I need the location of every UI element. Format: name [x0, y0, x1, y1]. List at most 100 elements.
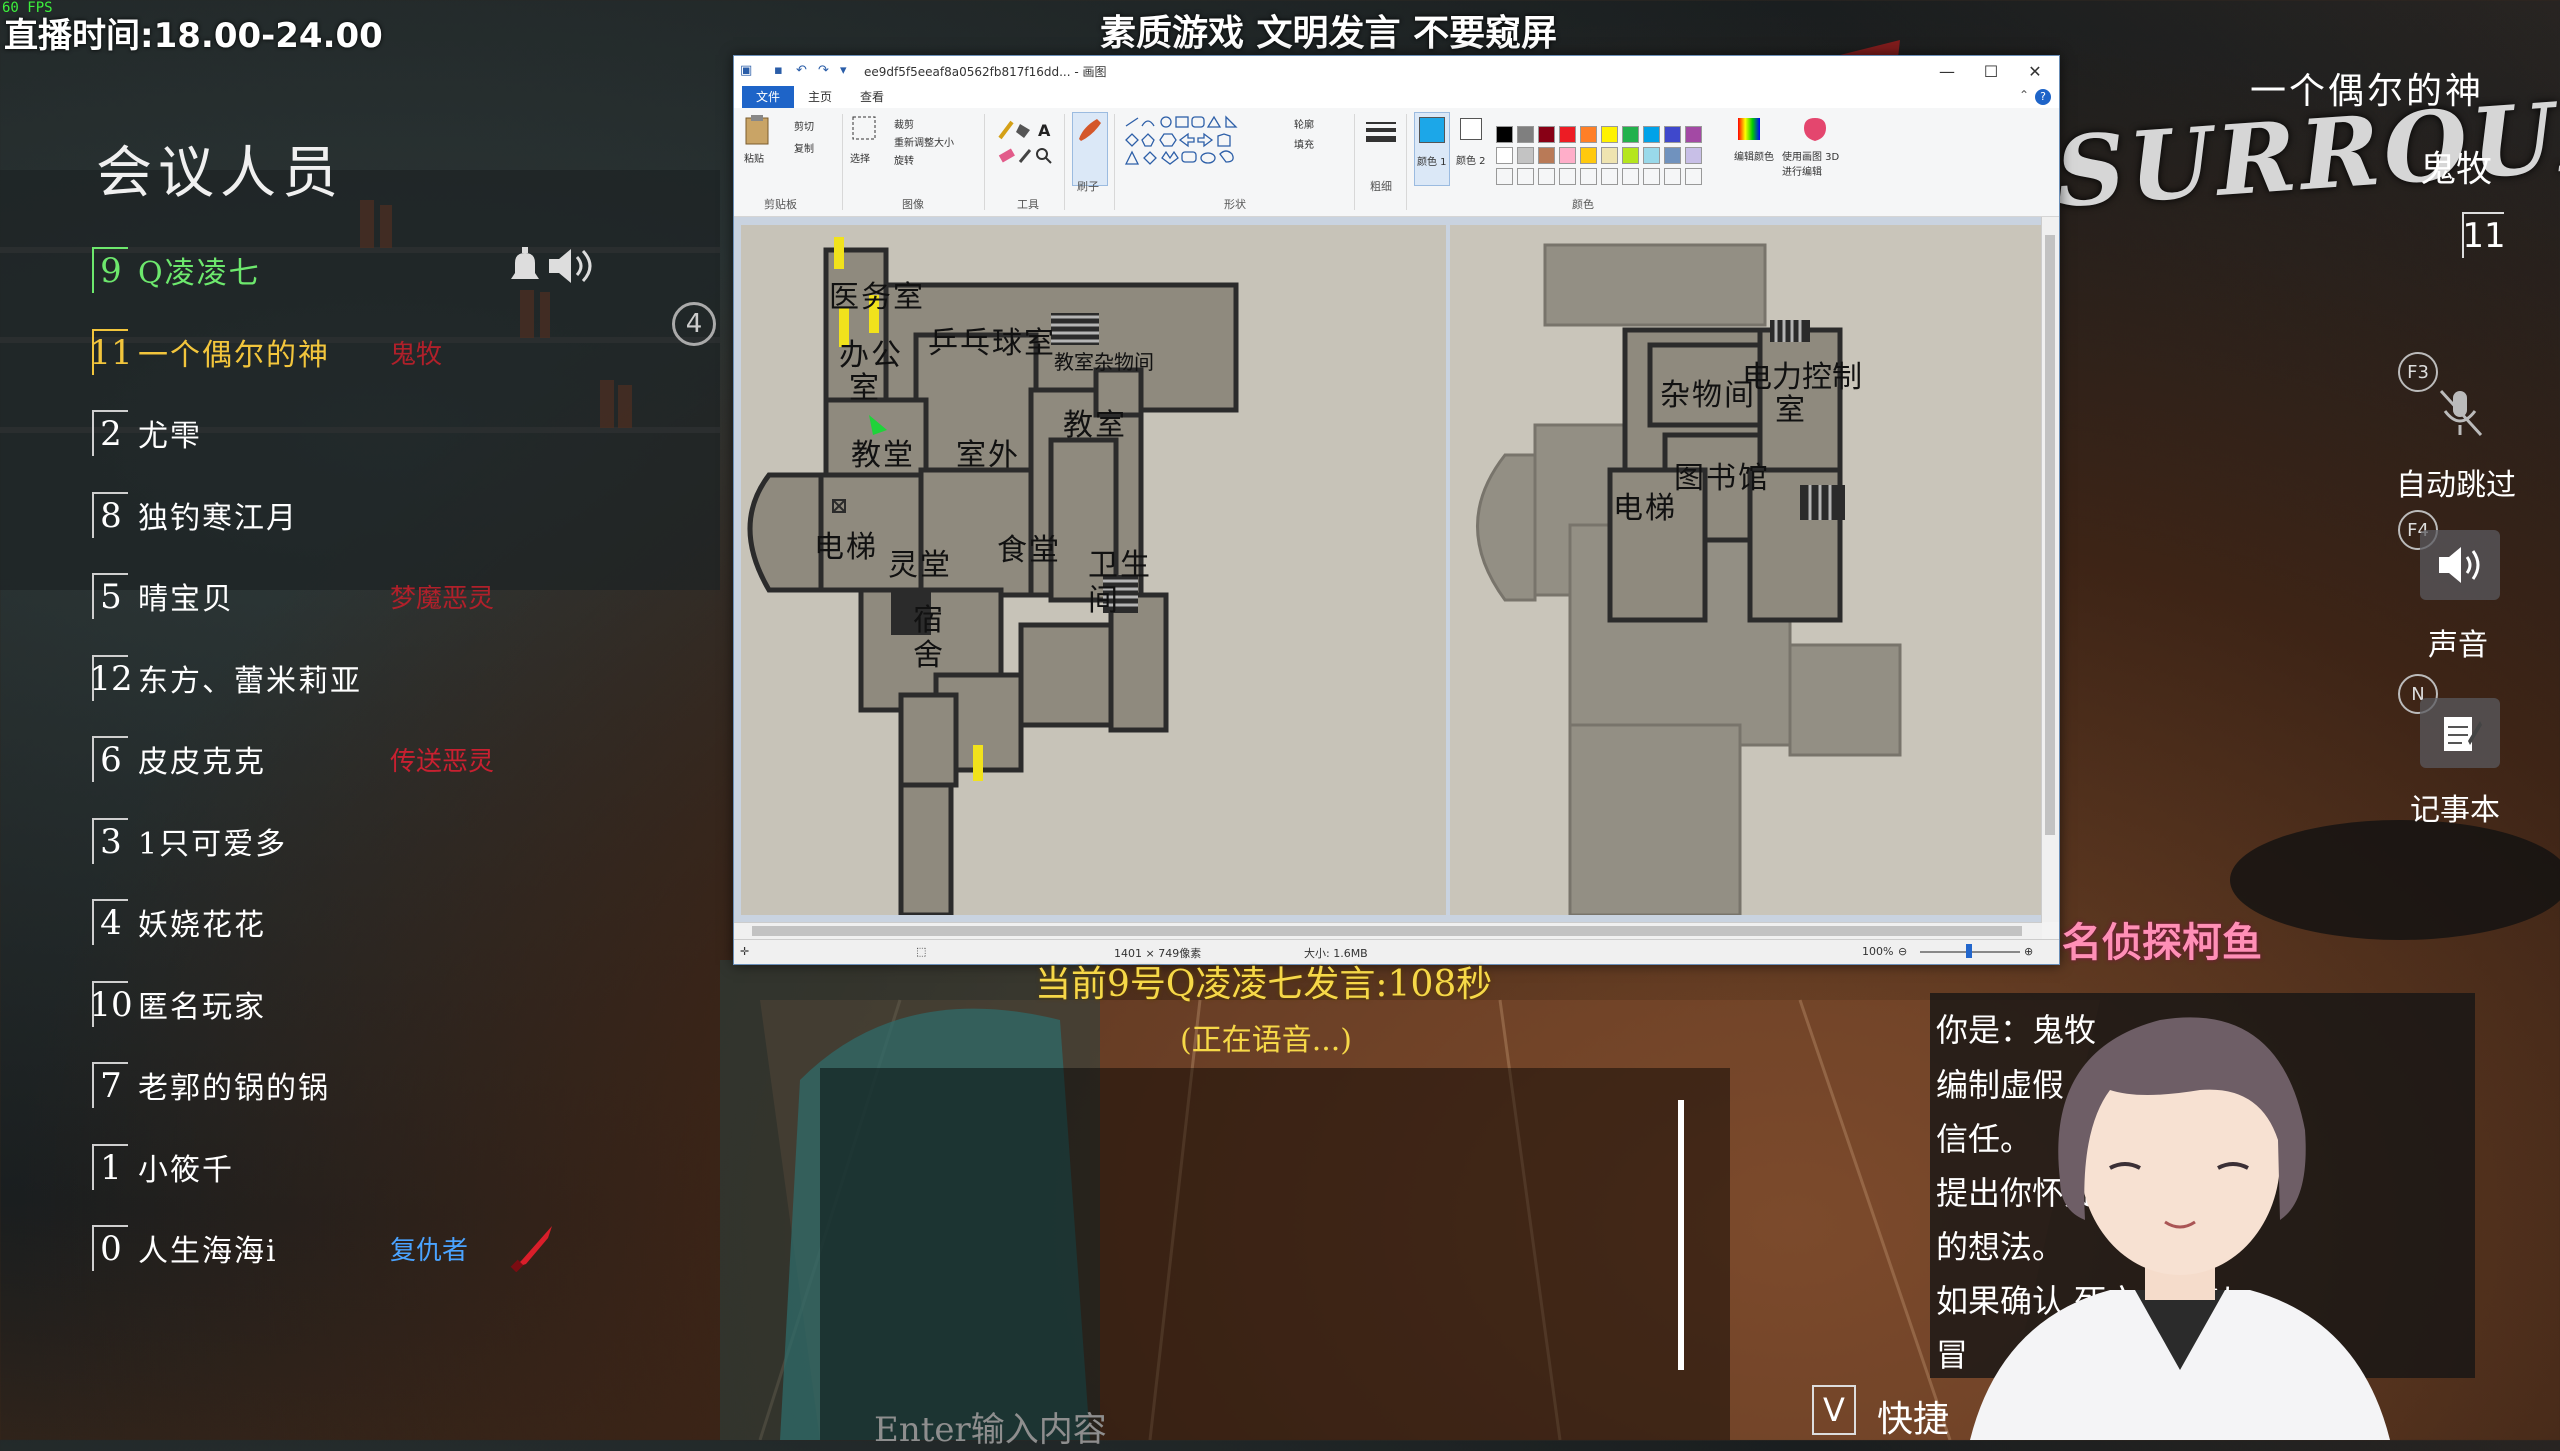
- palette-swatch[interactable]: [1496, 147, 1513, 164]
- palette-swatch-empty[interactable]: [1580, 168, 1597, 185]
- chat-input-box[interactable]: [820, 1068, 1730, 1440]
- paint-window[interactable]: ▣ ▪ ↶ ↷ ▾ ee9df5f5eeaf8a0562fb817f16dd..…: [733, 55, 2060, 965]
- self-number: 11: [2462, 212, 2506, 258]
- palette-swatch[interactable]: [1643, 147, 1660, 164]
- auto-skip-button[interactable]: [2420, 378, 2500, 448]
- speaker-icon: [549, 249, 592, 283]
- tab-view[interactable]: 查看: [846, 86, 898, 108]
- edit-colors-button[interactable]: 编辑颜色: [1734, 114, 1774, 184]
- palette-swatch[interactable]: [1685, 126, 1702, 143]
- mic-muted-icon: [2439, 389, 2483, 437]
- fill-button[interactable]: 填充: [1294, 136, 1314, 151]
- redo-icon[interactable]: ↷: [818, 63, 834, 79]
- sound-button[interactable]: [2420, 530, 2500, 600]
- help-icon[interactable]: ?: [2035, 89, 2051, 105]
- scroll-thumb[interactable]: [752, 926, 2022, 936]
- player-number: 2: [92, 410, 128, 456]
- zoom-in-icon[interactable]: ⊕: [2024, 945, 2033, 958]
- palette-swatch[interactable]: [1685, 147, 1702, 164]
- vertical-scrollbar[interactable]: [2041, 217, 2059, 922]
- player-row[interactable]: 6 皮皮克克: [92, 729, 266, 789]
- customize-quick-access-icon[interactable]: ▾: [840, 63, 856, 79]
- palette-swatch[interactable]: [1601, 147, 1618, 164]
- zoom-out-icon[interactable]: ⊖: [1898, 945, 1907, 958]
- horizontal-scrollbar[interactable]: [734, 922, 2042, 940]
- palette-swatch[interactable]: [1664, 126, 1681, 143]
- player-row[interactable]: 9 Q凌凌七: [92, 240, 261, 300]
- player-row[interactable]: 5 晴宝贝: [92, 566, 234, 626]
- tools-group[interactable]: A: [996, 116, 1056, 176]
- shapes-gallery[interactable]: [1122, 114, 1272, 174]
- input-scrollbar[interactable]: [1678, 1100, 1684, 1370]
- select-button[interactable]: 选择: [850, 114, 884, 184]
- copy-button[interactable]: 复制: [794, 140, 814, 155]
- cut-button[interactable]: 剪切: [794, 118, 814, 133]
- undo-icon[interactable]: ↶: [796, 63, 812, 79]
- palette-swatch[interactable]: [1538, 126, 1555, 143]
- notepad-button[interactable]: [2420, 698, 2500, 768]
- palette-swatch[interactable]: [1538, 147, 1555, 164]
- chat-input-placeholder[interactable]: Enter输入内容: [874, 1402, 1107, 1451]
- palette-swatch-empty[interactable]: [1601, 168, 1618, 185]
- close-button[interactable]: ✕: [2015, 58, 2055, 84]
- palette-swatch[interactable]: [1580, 126, 1597, 143]
- palette-swatch-empty[interactable]: [1622, 168, 1639, 185]
- save-icon[interactable]: ▪: [774, 63, 790, 79]
- maximize-button[interactable]: ☐: [1971, 58, 2011, 84]
- player-row[interactable]: 11 一个偶尔的神: [89, 322, 330, 382]
- group-size-label: 粗细: [1370, 180, 1392, 193]
- palette-swatch[interactable]: [1601, 126, 1618, 143]
- palette-swatch[interactable]: [1517, 126, 1534, 143]
- collapse-ribbon-icon[interactable]: ⌃: [2019, 88, 2029, 102]
- player-row[interactable]: 7 老郭的锅的锅: [92, 1055, 330, 1115]
- palette-swatch[interactable]: [1517, 147, 1534, 164]
- palette-swatch-empty[interactable]: [1559, 168, 1576, 185]
- player-row[interactable]: 4 妖娆花花: [92, 892, 266, 952]
- paste-button[interactable]: 粘贴: [742, 114, 778, 174]
- palette-swatch[interactable]: [1643, 126, 1660, 143]
- palette-swatch[interactable]: [1664, 147, 1681, 164]
- resize-button[interactable]: 重新调整大小: [894, 134, 954, 149]
- player-row[interactable]: 10 匿名玩家: [89, 974, 266, 1034]
- shortcut-label[interactable]: 快捷: [1877, 1390, 1949, 1442]
- player-row[interactable]: 0 人生海海i: [92, 1218, 278, 1278]
- palette-swatch[interactable]: [1559, 147, 1576, 164]
- player-name: 尤雫: [138, 419, 202, 454]
- color1-button[interactable]: 颜色 1: [1414, 112, 1450, 186]
- palette-swatch[interactable]: [1622, 126, 1639, 143]
- group-colors-label: 颜色: [1572, 198, 1594, 211]
- palette-swatch[interactable]: [1496, 126, 1513, 143]
- player-row[interactable]: 3 1只可爱多: [92, 811, 287, 871]
- palette-swatch-empty[interactable]: [1517, 168, 1534, 185]
- paint-titlebar[interactable]: ▣ ▪ ↶ ↷ ▾ ee9df5f5eeaf8a0562fb817f16dd..…: [734, 56, 2059, 87]
- color2-button[interactable]: 颜色 2: [1454, 112, 1488, 184]
- outline-button[interactable]: 轮廓: [1294, 116, 1314, 131]
- player-row[interactable]: 8 独钓寒江月: [92, 485, 298, 545]
- palette-swatch-empty[interactable]: [1664, 168, 1681, 185]
- rotate-button[interactable]: 旋转: [894, 152, 914, 167]
- palette-swatch[interactable]: [1622, 147, 1639, 164]
- player-row[interactable]: 12 东方、蕾米莉亚: [89, 648, 362, 708]
- crop-button[interactable]: 裁剪: [894, 116, 914, 131]
- palette-swatch-empty[interactable]: [1685, 168, 1702, 185]
- palette-swatch-empty[interactable]: [1643, 168, 1660, 185]
- brushes-button[interactable]: [1072, 112, 1108, 186]
- player-row[interactable]: 1 小筱千: [92, 1137, 234, 1197]
- palette-swatch[interactable]: [1580, 147, 1597, 164]
- palette-swatch[interactable]: [1559, 126, 1576, 143]
- paint-canvas[interactable]: 医务室 办公 室 乒乓球室 教室杂物间 教堂 室外 教室 电梯 灵堂 食堂 卫生…: [734, 217, 2042, 922]
- paint3d-button[interactable]: 使用画图 3D 进行编辑: [1782, 114, 1852, 184]
- zoom-slider-thumb[interactable]: [1966, 944, 1972, 958]
- scroll-thumb[interactable]: [2045, 235, 2055, 835]
- palette-swatch-empty[interactable]: [1496, 168, 1513, 185]
- palette-swatch-empty[interactable]: [1538, 168, 1555, 185]
- tab-file[interactable]: 文件: [742, 86, 795, 108]
- self-player-name: 一个偶尔的神: [2250, 71, 2485, 112]
- player-name: 1只可爱多: [138, 826, 288, 862]
- size-button[interactable]: [1364, 118, 1398, 178]
- tab-home[interactable]: 主页: [794, 86, 846, 108]
- player-row[interactable]: 2 尤雫: [92, 403, 202, 463]
- rainbow-icon: [1738, 118, 1760, 140]
- player-role-tag: 鬼牧: [390, 339, 443, 370]
- minimize-button[interactable]: —: [1927, 58, 1967, 84]
